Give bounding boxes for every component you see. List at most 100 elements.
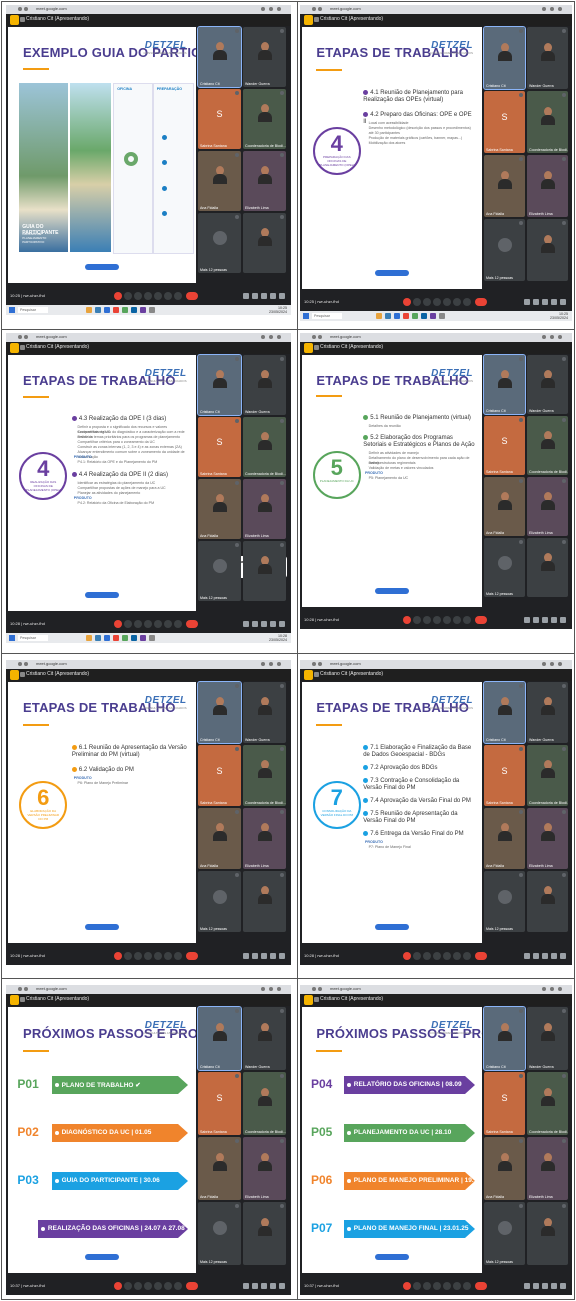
mic-button[interactable] — [403, 298, 411, 306]
participant-tile[interactable]: Elizabeth Lima — [243, 808, 286, 869]
taskbar-app-icon[interactable] — [104, 307, 110, 313]
chat-icon[interactable] — [542, 1283, 548, 1289]
more-options-button[interactable] — [463, 1282, 471, 1290]
participant-tile[interactable]: Mais 12 pessoas — [484, 219, 525, 281]
info-icon[interactable] — [524, 299, 530, 305]
taskbar-app-icon[interactable] — [149, 307, 155, 313]
taskbar-search[interactable]: Pesquisar — [18, 307, 48, 313]
participant-tile[interactable]: Mais 12 pessoas — [198, 213, 241, 273]
captions-button[interactable] — [423, 616, 431, 624]
taskbar-app-icon[interactable] — [403, 313, 409, 319]
taskbar-app-icon[interactable] — [376, 313, 382, 319]
address-bar[interactable]: meet.google.com — [330, 986, 361, 991]
participant-tile[interactable]: Elizabeth Lima — [243, 479, 286, 539]
raise-hand-button[interactable] — [164, 1282, 172, 1290]
taskbar-app-icon[interactable] — [131, 307, 137, 313]
participant-tile[interactable]: Elizabeth Lima — [527, 477, 568, 536]
lock-icon[interactable] — [279, 953, 285, 959]
participant-tile[interactable]: S Sabrina Santana — [484, 91, 525, 153]
slide-nav-button[interactable] — [85, 264, 119, 271]
slide-nav-button[interactable] — [375, 269, 409, 276]
browser-nav-icon[interactable] — [24, 7, 28, 11]
participant-tile[interactable] — [243, 541, 286, 601]
captions-button[interactable] — [134, 620, 142, 628]
taskbar-search[interactable]: Pesquisar — [312, 313, 342, 319]
captions-button[interactable] — [423, 1282, 431, 1290]
taskbar-app-icon[interactable] — [149, 635, 155, 641]
emoji-button[interactable] — [144, 292, 152, 300]
start-button[interactable] — [9, 307, 15, 313]
present-button[interactable] — [154, 620, 162, 628]
browser-action-icon[interactable] — [261, 7, 265, 11]
participant-tile[interactable]: Ana Fidalla — [198, 479, 241, 539]
browser-action-icon[interactable] — [550, 987, 554, 991]
taskbar-app-icon[interactable] — [140, 635, 146, 641]
participant-tile[interactable]: Elizabeth Lima — [527, 1137, 568, 1200]
browser-nav-icon[interactable] — [312, 662, 316, 666]
participant-tile[interactable]: Ana Fidalla — [484, 155, 525, 217]
captions-button[interactable] — [134, 292, 142, 300]
slide-nav-button[interactable] — [85, 1253, 119, 1260]
camera-button[interactable] — [413, 952, 421, 960]
people-icon[interactable] — [533, 617, 539, 623]
browser-action-icon[interactable] — [277, 662, 281, 666]
participant-tile[interactable]: Mais 12 pessoas — [198, 541, 241, 601]
camera-button[interactable] — [124, 620, 132, 628]
people-icon[interactable] — [533, 1283, 539, 1289]
chat-icon[interactable] — [542, 617, 548, 623]
present-button[interactable] — [443, 298, 451, 306]
present-button[interactable] — [154, 1282, 162, 1290]
taskbar-app-icon[interactable] — [113, 307, 119, 313]
info-icon[interactable] — [243, 293, 249, 299]
mic-button[interactable] — [403, 616, 411, 624]
browser-nav-icon[interactable] — [18, 7, 22, 11]
lock-icon[interactable] — [279, 621, 285, 627]
camera-button[interactable] — [413, 616, 421, 624]
activities-icon[interactable] — [551, 953, 557, 959]
emoji-button[interactable] — [144, 620, 152, 628]
taskbar-app-icon[interactable] — [95, 307, 101, 313]
participant-tile[interactable] — [527, 538, 568, 597]
raise-hand-button[interactable] — [453, 616, 461, 624]
more-options-button[interactable] — [463, 298, 471, 306]
browser-action-icon[interactable] — [542, 987, 546, 991]
participant-tile[interactable]: Cristiano Cit — [197, 1006, 242, 1071]
end-call-button[interactable] — [186, 952, 198, 960]
more-options-button[interactable] — [463, 952, 471, 960]
address-bar[interactable]: meet.google.com — [36, 334, 67, 339]
participant-tile[interactable]: Wander Guerra — [243, 355, 286, 415]
browser-action-icon[interactable] — [269, 7, 273, 11]
start-button[interactable] — [9, 635, 15, 641]
participant-tile[interactable]: Ana Fidalla — [198, 808, 241, 869]
participant-tile[interactable]: S Sabrina Santana — [198, 1072, 241, 1135]
participant-tile[interactable]: Ana Fidalla — [198, 1137, 241, 1200]
participant-tile[interactable]: S Sabrina Santana — [484, 745, 525, 806]
participant-tile[interactable] — [527, 871, 568, 932]
browser-action-icon[interactable] — [261, 987, 265, 991]
browser-nav-icon[interactable] — [318, 7, 322, 11]
activities-icon[interactable] — [270, 621, 276, 627]
raise-hand-button[interactable] — [453, 952, 461, 960]
taskbar-app-icon[interactable] — [122, 307, 128, 313]
browser-nav-icon[interactable] — [312, 7, 316, 11]
more-options-button[interactable] — [174, 1282, 182, 1290]
participant-tile[interactable] — [527, 1202, 568, 1265]
start-button[interactable] — [303, 313, 309, 319]
lock-icon[interactable] — [279, 293, 285, 299]
more-options-button[interactable] — [463, 616, 471, 624]
browser-nav-icon[interactable] — [18, 662, 22, 666]
participant-tile[interactable]: S Sabrina Santana — [198, 745, 241, 806]
participant-tile[interactable]: Cristiano Cit — [483, 1006, 526, 1071]
participant-tile[interactable]: Wander Guerra — [527, 27, 568, 89]
chat-icon[interactable] — [261, 621, 267, 627]
raise-hand-button[interactable] — [453, 1282, 461, 1290]
mic-button[interactable] — [403, 952, 411, 960]
captions-button[interactable] — [423, 298, 431, 306]
slide-nav-button[interactable] — [375, 588, 409, 595]
lock-icon[interactable] — [560, 617, 566, 623]
raise-hand-button[interactable] — [453, 298, 461, 306]
participant-tile[interactable]: Mais 12 pessoas — [484, 871, 525, 932]
participant-tile[interactable]: Cristiano Cit — [197, 354, 242, 416]
participant-tile[interactable]: Cristiano Cit — [483, 26, 526, 90]
emoji-button[interactable] — [144, 952, 152, 960]
